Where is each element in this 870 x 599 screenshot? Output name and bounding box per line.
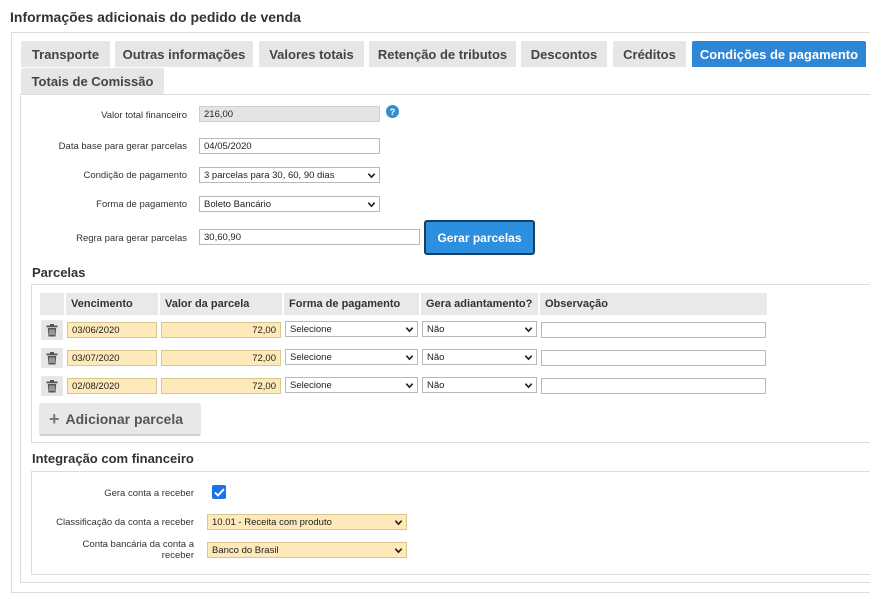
condition-select[interactable]: 3 parcelas para 30, 60, 90 dias xyxy=(199,167,380,183)
trash-icon xyxy=(46,379,58,392)
tab-creditos[interactable]: Créditos xyxy=(613,41,686,67)
chevron-down-icon xyxy=(405,354,414,360)
row-advance-value: Não xyxy=(427,379,445,391)
tab-retencao-de-tributos[interactable]: Retenção de tributos xyxy=(369,41,516,67)
row-advance-value: Não xyxy=(427,351,445,363)
chevron-down-icon xyxy=(524,354,533,360)
rule-label: Regra para gerar parcelas xyxy=(76,233,187,244)
help-icon[interactable]: ? xyxy=(386,105,399,118)
method-value: Boleto Bancário xyxy=(204,198,272,210)
due-date-input[interactable]: 03/06/2020 xyxy=(67,322,157,338)
delete-row-button[interactable] xyxy=(41,348,63,368)
condition-value: 3 parcelas para 30, 60, 90 dias xyxy=(204,169,335,181)
tab-condicoes-de-pagamento[interactable]: Condições de pagamento xyxy=(692,41,866,67)
row-method-value: Selecione xyxy=(290,323,332,335)
chevron-down-icon xyxy=(367,172,376,178)
chevron-down-icon xyxy=(394,519,403,525)
chevron-down-icon xyxy=(524,382,533,388)
row-method-select[interactable]: Selecione xyxy=(285,377,418,393)
delete-row-button[interactable] xyxy=(41,320,63,340)
row-advance-select[interactable]: Não xyxy=(422,321,537,337)
check-icon xyxy=(213,487,225,497)
trash-icon xyxy=(46,323,58,336)
page-title: Informações adicionais do pedido de vend… xyxy=(10,9,301,25)
method-label: Forma de pagamento xyxy=(96,199,187,210)
bank-account-label: Conta bancária da conta a receber xyxy=(83,539,194,561)
installment-value-input[interactable]: 72,00 xyxy=(161,322,281,338)
total-label: Valor total financeiro xyxy=(101,110,187,121)
generate-receivable-label: Gera conta a receber xyxy=(104,488,194,499)
row-note-input[interactable] xyxy=(541,350,766,366)
table-header-valor: Valor da parcela xyxy=(160,293,282,315)
financial-title: Integração com financeiro xyxy=(32,451,194,466)
due-date-input[interactable]: 02/08/2020 xyxy=(67,378,157,394)
add-installment-button[interactable]: + Adicionar parcela xyxy=(39,403,201,436)
row-advance-value: Não xyxy=(427,323,445,335)
bank-account-value: Banco do Brasil xyxy=(212,544,279,556)
table-header-actions xyxy=(40,293,64,315)
tab-outras-informacoes[interactable]: Outras informações xyxy=(115,41,253,67)
installment-value-input[interactable]: 72,00 xyxy=(161,378,281,394)
delete-row-button[interactable] xyxy=(41,376,63,396)
trash-icon xyxy=(46,351,58,364)
classification-select[interactable]: 10.01 - Receita com produto xyxy=(207,514,407,530)
base-date-input[interactable]: 04/05/2020 xyxy=(199,138,380,154)
generate-installments-button[interactable]: Gerar parcelas xyxy=(424,220,535,255)
rule-input[interactable]: 30,60,90 xyxy=(199,229,420,245)
bank-account-select[interactable]: Banco do Brasil xyxy=(207,542,407,558)
row-method-value: Selecione xyxy=(290,351,332,363)
row-method-select[interactable]: Selecione xyxy=(285,349,418,365)
base-date-label: Data base para gerar parcelas xyxy=(58,141,187,152)
row-note-input[interactable] xyxy=(541,322,766,338)
tab-valores-totais[interactable]: Valores totais xyxy=(259,41,364,67)
chevron-down-icon xyxy=(405,382,414,388)
condition-label: Condição de pagamento xyxy=(83,170,187,181)
total-field: 216,00 xyxy=(199,106,380,122)
table-header-observacao: Observação xyxy=(540,293,767,315)
table-header-adiantamento: Gera adiantamento? xyxy=(421,293,538,315)
row-advance-select[interactable]: Não xyxy=(422,349,537,365)
installment-value-input[interactable]: 72,00 xyxy=(161,350,281,366)
row-advance-select[interactable]: Não xyxy=(422,377,537,393)
classification-value: 10.01 - Receita com produto xyxy=(212,516,332,528)
bank-account-label-line1: Conta bancária da conta a xyxy=(82,539,194,550)
table-header-forma: Forma de pagamento xyxy=(284,293,419,315)
plus-icon: + xyxy=(49,408,60,429)
chevron-down-icon xyxy=(394,547,403,553)
tab-descontos[interactable]: Descontos xyxy=(521,41,607,67)
method-select[interactable]: Boleto Bancário xyxy=(199,196,380,212)
row-note-input[interactable] xyxy=(541,378,766,394)
row-method-value: Selecione xyxy=(290,379,332,391)
bank-account-label-line2: receber xyxy=(161,550,194,561)
add-installment-label: Adicionar parcela xyxy=(65,410,184,427)
tab-totais-de-comissao[interactable]: Totais de Comissão xyxy=(21,68,164,94)
row-method-select[interactable]: Selecione xyxy=(285,321,418,337)
chevron-down-icon xyxy=(524,326,533,332)
classification-label: Classificação da conta a receber xyxy=(56,517,194,528)
due-date-input[interactable]: 03/07/2020 xyxy=(67,350,157,366)
chevron-down-icon xyxy=(367,201,376,207)
chevron-down-icon xyxy=(405,326,414,332)
installments-title: Parcelas xyxy=(32,265,86,280)
generate-receivable-checkbox[interactable] xyxy=(212,485,226,499)
table-header-vencimento: Vencimento xyxy=(66,293,158,315)
tab-transporte[interactable]: Transporte xyxy=(21,41,110,67)
